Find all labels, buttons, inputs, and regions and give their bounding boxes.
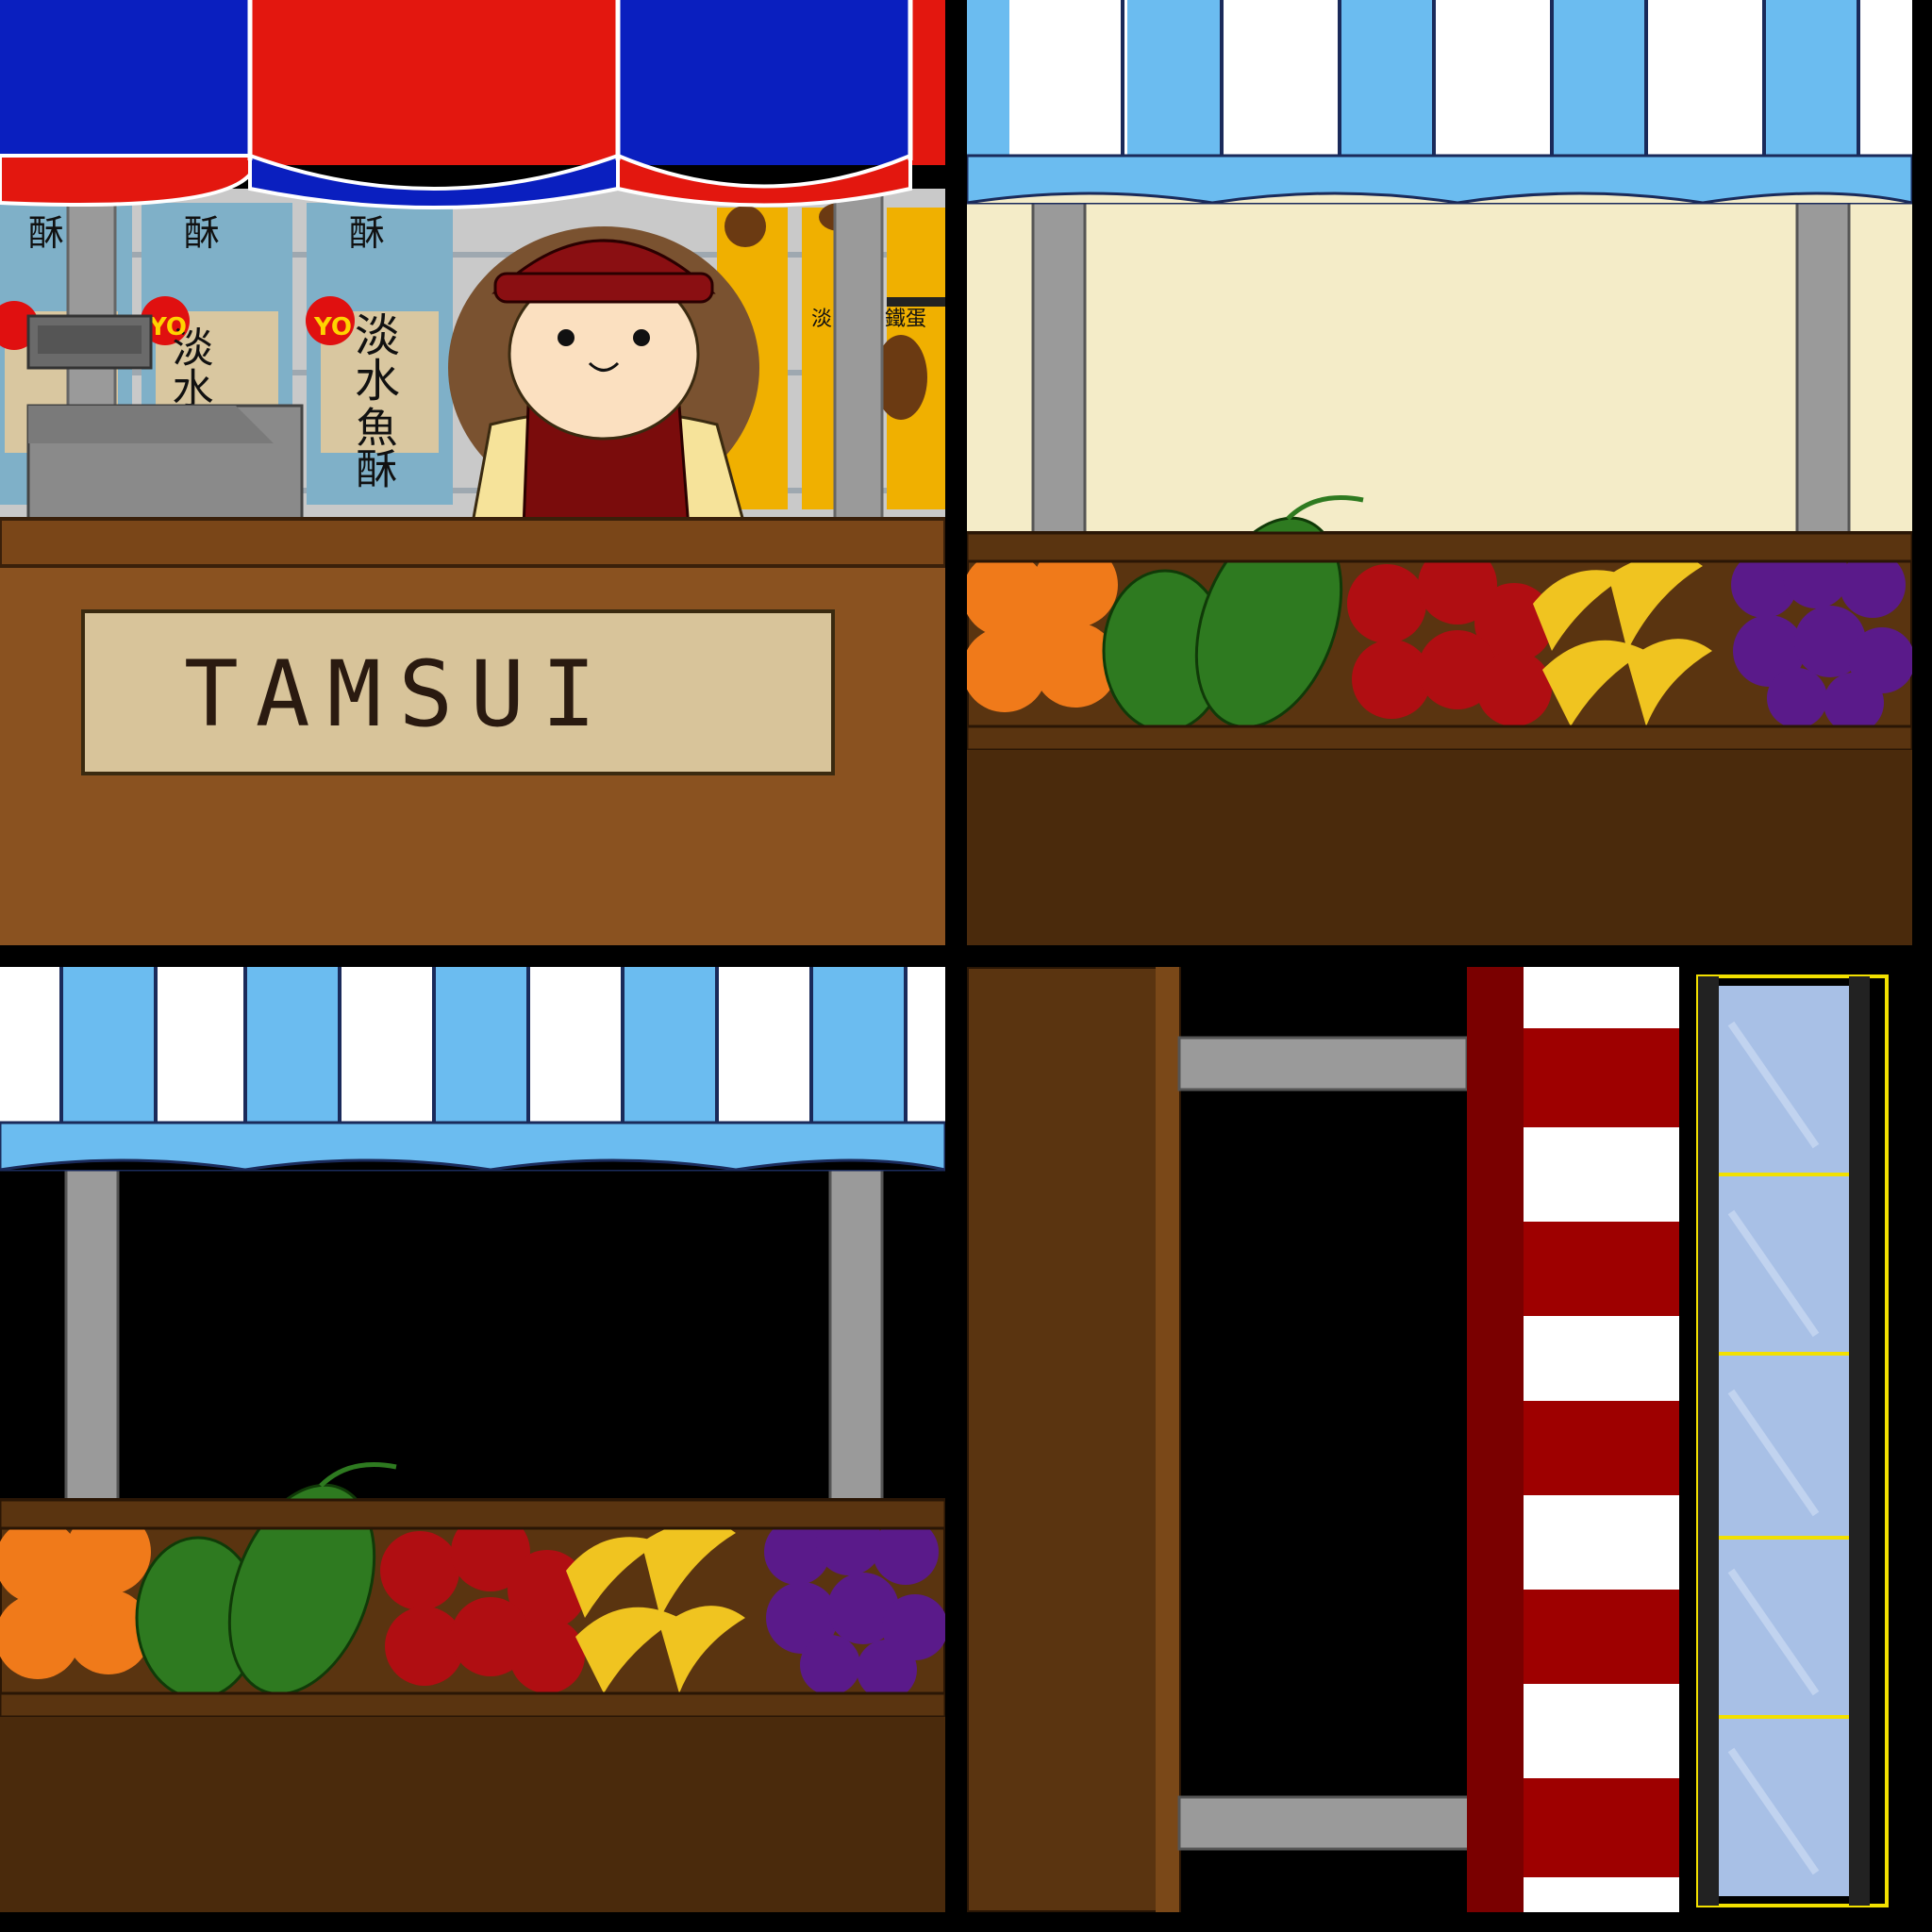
pkg-label-yo-2: YO (313, 313, 352, 341)
pkg-label-danshui-2: 淡水 (346, 311, 399, 402)
pkg-label-su-3: 酥 (349, 212, 385, 254)
panel-side-parts (967, 967, 1912, 1912)
side-parts-art (967, 967, 1912, 1912)
panel-fruit-stall-wall (967, 0, 1912, 945)
blue-white-awning (967, 0, 1912, 205)
pkg-label-yusu: 魚酥 (349, 406, 397, 489)
shopkeeper-girl-icon (448, 226, 759, 530)
pkg-label-yo: YO (148, 313, 187, 341)
shop-counter-art: 酥 酥 酥 淡水 淡水 魚酥 魚 YO YO 淡 鐵蛋 (0, 0, 945, 945)
striped-awning-side-icon (1467, 967, 1679, 1912)
fruit-stall-wall-art (967, 0, 1912, 945)
panel-fruit-stall-open (0, 967, 945, 1912)
glass-door-icon (1696, 974, 1889, 1907)
red-blue-awning (0, 0, 945, 209)
pkg-label-su-2: 酥 (184, 212, 220, 254)
panel-shop-counter: 酥 酥 酥 淡水 淡水 魚酥 魚 YO YO 淡 鐵蛋 (0, 0, 945, 945)
tamsui-sign: TAMSUI (184, 641, 613, 747)
fruit-stall-open-art (0, 967, 945, 1912)
pkg-label-su: 酥 (28, 212, 64, 254)
pkg-label-tiedan: 鐵蛋 (885, 308, 926, 331)
pkg-label-dan: 淡 (811, 308, 832, 331)
blue-white-awning-2 (0, 967, 945, 1172)
wood-pillar-icon (967, 967, 1181, 1912)
